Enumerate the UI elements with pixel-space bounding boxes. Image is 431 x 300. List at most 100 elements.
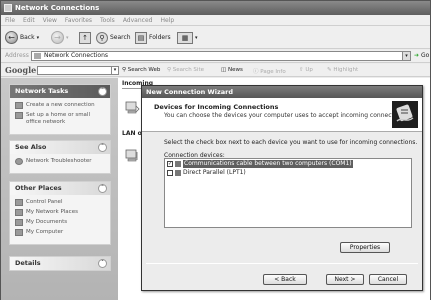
menu-advanced[interactable]: Advanced <box>119 15 157 26</box>
network-tasks-header[interactable]: Network Tasks ˆ <box>10 85 110 98</box>
my-computer-link[interactable]: My Computer <box>15 229 105 236</box>
collapse-chevron-icon[interactable]: ˆ <box>98 184 107 193</box>
menu-file[interactable]: File <box>1 15 19 26</box>
cancel-button[interactable]: Cancel <box>369 274 407 285</box>
connection-devices-list[interactable]: ✓ Communications cable between two compu… <box>164 158 412 228</box>
my-network-places-link[interactable]: My Network Places <box>15 209 105 216</box>
computer-icon <box>15 229 23 236</box>
views-dropdown-icon: ▾ <box>195 34 198 41</box>
google-up-label: Up <box>305 67 313 73</box>
folders-label: Folders <box>149 34 171 41</box>
group-divider <box>122 88 142 89</box>
device-lpt1-item[interactable]: Direct Parallel (LPT1) <box>167 169 246 177</box>
google-logo: Google <box>5 65 37 75</box>
incoming-connections-icon[interactable] <box>124 100 140 116</box>
up-folder-icon: ↑ <box>79 31 91 44</box>
standard-toolbar: ← Back ▾ → ▾ ↑ ⚲ Search ▤ Folders ▦ ▾ <box>1 26 430 49</box>
task-label: My Documents <box>26 219 68 225</box>
setup-home-network-link[interactable]: Set up a home or small office network <box>15 112 105 126</box>
google-search-web-label: Search Web <box>127 67 161 73</box>
network-connections-icon <box>4 4 12 12</box>
task-label: Control Panel <box>26 199 63 205</box>
views-icon: ▦ <box>177 31 193 44</box>
google-highlight-button[interactable]: ✎ Highlight <box>327 67 358 73</box>
network-places-icon <box>15 209 23 216</box>
address-bar: Address Network Connections ▾ ➜ Go <box>1 50 430 63</box>
highlight-icon: ✎ <box>327 67 332 73</box>
folders-button[interactable]: ▤ Folders <box>135 30 171 45</box>
details-header[interactable]: Details ˇ <box>10 257 110 270</box>
wizard-connection-icon <box>392 101 418 128</box>
back-label: Back <box>20 34 35 41</box>
search-label: Search <box>110 34 131 41</box>
google-up-button[interactable]: ⇧ Up <box>299 67 313 73</box>
task-label: Create a new connection <box>26 102 95 108</box>
google-page-info-button[interactable]: ⓘ Page Info <box>253 67 286 75</box>
new-connection-wizard-dialog: New Connection Wizard Devices for Incomi… <box>141 85 423 291</box>
menu-favorites[interactable]: Favorites <box>61 15 96 26</box>
menu-tools[interactable]: Tools <box>96 15 119 26</box>
see-also-header[interactable]: See Also ˆ <box>10 141 110 154</box>
window-title: Network Connections <box>15 4 100 12</box>
menu-help[interactable]: Help <box>156 15 178 26</box>
back-button[interactable]: < Back <box>263 274 307 285</box>
back-arrow-icon: ← <box>5 31 18 44</box>
network-icon <box>34 53 41 59</box>
search-site-icon: ⚲ <box>167 67 172 73</box>
details-title: Details <box>15 259 41 267</box>
views-button[interactable]: ▦ ▾ <box>177 30 198 45</box>
wizard-header-title: Devices for Incoming Connections <box>154 103 279 111</box>
collapse-chevron-icon[interactable]: ˆ <box>98 87 107 96</box>
documents-folder-icon <box>15 219 23 226</box>
google-search-dropdown-icon[interactable]: ▾ <box>111 67 118 74</box>
folders-icon: ▤ <box>135 31 147 44</box>
go-button[interactable]: ➜ Go <box>414 52 429 59</box>
device-lpt1-checkbox[interactable] <box>167 170 173 176</box>
wizard-description: Select the check box next to each device… <box>164 139 418 146</box>
up-folder-button[interactable]: ↑ <box>79 30 91 45</box>
menu-view[interactable]: View <box>39 15 61 26</box>
lan-connection-icon[interactable] <box>124 148 140 164</box>
google-search-input[interactable]: ▾ <box>37 66 119 75</box>
forward-arrow-icon: → <box>51 31 64 44</box>
menu-edit[interactable]: Edit <box>19 15 39 26</box>
google-search-site-button[interactable]: ⚲ Search Site <box>167 67 204 73</box>
wizard-title: New Connection Wizard <box>142 86 422 98</box>
go-arrow-icon: ➜ <box>414 52 420 59</box>
google-search-icon: ⚲ <box>122 67 127 73</box>
control-panel-icon <box>15 199 23 206</box>
next-button[interactable]: Next > <box>326 274 364 285</box>
google-news-button[interactable]: ◫ News <box>221 67 243 73</box>
details-panel: Details ˇ <box>9 256 111 271</box>
menu-bar: File Edit View Favorites Tools Advanced Help <box>1 15 430 26</box>
google-search-web-button[interactable]: ⚲ Search Web <box>122 67 160 73</box>
device-com1-checkbox[interactable]: ✓ <box>167 161 173 167</box>
wizard-header-subtitle: You can choose the devices your computer… <box>164 112 409 119</box>
forward-button[interactable]: → ▾ <box>51 30 69 45</box>
expand-chevron-icon[interactable]: ˇ <box>98 259 107 268</box>
forward-dropdown-icon[interactable]: ▾ <box>66 35 69 41</box>
google-news-label: News <box>227 67 243 73</box>
address-input[interactable]: Network Connections ▾ <box>31 51 411 61</box>
google-page-info-label: Page Info <box>260 69 286 75</box>
my-documents-link[interactable]: My Documents <box>15 219 105 226</box>
create-connection-link[interactable]: Create a new connection <box>15 102 105 109</box>
back-button[interactable]: ← Back ▾ <box>5 30 39 45</box>
control-panel-link[interactable]: Control Panel <box>15 199 105 206</box>
properties-button[interactable]: Properties <box>340 242 390 253</box>
search-button[interactable]: ⚲ Search <box>96 30 131 45</box>
cable-device-icon <box>175 161 181 167</box>
device-label: Direct Parallel (LPT1) <box>183 169 246 176</box>
google-toolbar: Google ▾ ⚲ Search Web ⚲ Search Site ◫ Ne… <box>1 64 430 77</box>
search-icon: ⚲ <box>96 31 108 44</box>
task-label: My Computer <box>26 229 64 235</box>
other-places-header[interactable]: Other Places ˆ <box>10 182 110 195</box>
back-dropdown-icon[interactable]: ▾ <box>37 35 40 41</box>
network-troubleshooter-link[interactable]: Network Troubleshooter <box>15 158 105 165</box>
device-com1-item[interactable]: ✓ Communications cable between two compu… <box>167 160 353 168</box>
collapse-chevron-icon[interactable]: ˆ <box>98 143 107 152</box>
window-titlebar: Network Connections <box>1 1 430 15</box>
task-pane: Network Tasks ˆ Create a new connection … <box>1 78 118 300</box>
address-value: Network Connections <box>44 52 109 59</box>
address-dropdown-icon[interactable]: ▾ <box>402 52 410 60</box>
